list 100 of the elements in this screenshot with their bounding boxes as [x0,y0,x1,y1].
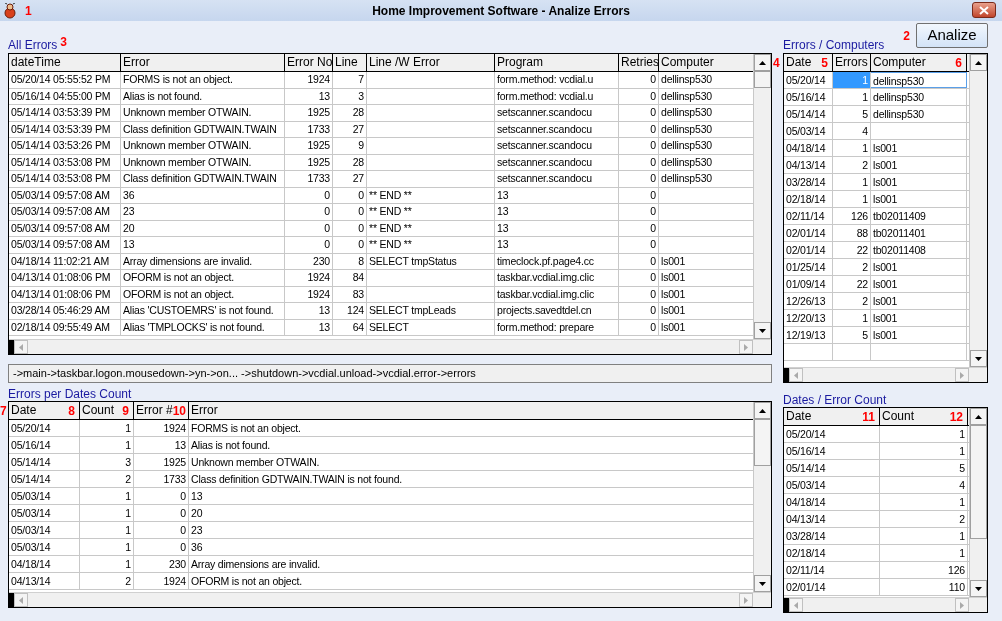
table-cell: 0 [619,154,659,170]
column-header[interactable]: Date 5 [784,54,833,71]
column-header[interactable]: Count 12 [880,408,968,425]
header-label: Error # [136,402,173,419]
data-grid[interactable]: Date 11 Count 12 05/20/14 1 05/16/14 1 05/14/14 5 05/03/14 4 04/18/14 1 04/13/14 2 03/28/14 1 02/18/14 1 02/11/14 126 02/01/14 110 [783,407,988,613]
scroll-up-button[interactable] [970,408,987,425]
column-header[interactable]: Line /W Error [367,54,495,71]
column-header[interactable]: Error No [285,54,333,71]
data-grid[interactable] [8,53,772,355]
horizontal-scrollbar[interactable] [9,339,771,354]
up-arrow-icon [975,414,982,419]
table-cell: 05/03/14 [9,505,80,521]
table-cell: ls001 [871,259,967,275]
table-cell: 05/20/14 [784,426,880,442]
table-cell: 05/14/14 [9,454,80,470]
table-cell: 05/14/14 03:53:08 PM [9,154,121,170]
column-header[interactable]: dateTime [9,54,121,71]
table-cell: 1 [880,494,968,510]
scroll-up-button[interactable] [754,402,771,419]
close-icon [979,5,989,15]
table-cell: 1924 [285,72,333,88]
scroll-left-button[interactable] [14,593,28,607]
vertical-scrollbar[interactable] [969,408,987,597]
scroll-up-button[interactable] [970,54,987,71]
table-cell: 05/03/14 09:57:08 AM [9,220,121,236]
analize-button[interactable]: Analize [916,23,988,48]
table-cell: 05/03/14 [9,539,80,555]
scroll-thumb[interactable] [970,425,987,539]
scroll-down-button[interactable] [754,322,771,339]
data-grid[interactable] [783,53,988,383]
table-cell: 1 [80,522,134,538]
table-cell: form.method: vcdial.u [495,72,619,88]
table-cell: 0 [619,88,659,104]
horizontal-scrollbar[interactable] [784,367,987,382]
table-cell: 02/18/14 09:55:49 AM [9,319,121,335]
table-cell: 04/13/14 [784,157,833,173]
scroll-up-button[interactable] [754,54,771,71]
column-header[interactable]: Program [495,54,619,71]
scroll-down-button[interactable] [970,350,987,367]
column-header[interactable]: Retries [619,54,659,71]
scroll-thumb[interactable] [754,71,771,88]
table-cell: Unknown member OTWAIN. [121,105,285,121]
table-cell: Unknown member OTWAIN. [121,154,285,170]
table-cell: Class definition GDTWAIN.TWAIN [121,121,285,137]
table-cell: 02/01/14 [784,579,880,595]
scroll-left-button[interactable] [14,340,28,354]
table-cell: 2 [833,293,871,309]
scroll-edge-marker [9,593,14,607]
table-cell: 02/01/14 [784,242,833,258]
scroll-down-button[interactable] [970,580,987,597]
table-cell: 0 [285,204,333,220]
table-cell: 1 [80,505,134,521]
table-cell: dellinsp530 [871,106,967,122]
table-cell: ls001 [871,310,967,326]
table-cell: OFORM is not an object. [121,270,285,286]
right-arrow-icon [744,343,748,351]
vertical-scrollbar[interactable] [969,54,987,367]
up-arrow-icon [759,408,766,413]
table-cell: 1924 [134,573,189,589]
table-cell: 1 [833,140,871,156]
table-cell: taskbar.vcdial.img.clic [495,286,619,302]
table-cell: tb02011409 [871,208,967,224]
table-cell: 27 [333,121,367,137]
table-cell: OFORM is not an object. [121,286,285,302]
table-cell: ls001 [871,140,967,156]
table-cell: 1 [880,528,968,544]
table-cell: 1 [880,426,968,442]
up-arrow-icon [975,60,982,65]
scroll-left-button[interactable] [789,368,803,382]
table-cell: 04/13/14 [9,573,80,589]
column-header[interactable]: Date 11 [784,408,880,425]
column-header[interactable]: Count 9 [80,402,134,419]
callout-number: 2 [903,30,910,42]
close-button[interactable] [972,2,996,18]
table-cell: 0 [619,72,659,88]
data-grid[interactable] [8,401,772,608]
table-cell: 110 [880,579,968,595]
scroll-thumb[interactable] [754,419,771,466]
table-cell: ls001 [871,157,967,173]
table-cell: 1925 [134,454,189,470]
table-cell: 05/03/14 [9,522,80,538]
scroll-down-button[interactable] [754,575,771,592]
column-header[interactable]: Error [121,54,285,71]
horizontal-scrollbar[interactable] [9,592,771,607]
horizontal-scrollbar[interactable] [784,597,987,612]
callout-number: 10 [172,404,187,417]
vertical-scrollbar[interactable] [753,402,771,592]
column-header[interactable]: Computer 6 [871,54,967,71]
column-header[interactable]: Error #10 [134,402,189,419]
right-arrow-icon [960,601,964,609]
left-arrow-icon [794,601,798,609]
vertical-scrollbar[interactable] [753,54,771,339]
table-cell: 5 [833,106,871,122]
column-header[interactable]: Date 8 [9,402,80,419]
column-header[interactable]: Line [333,54,367,71]
table-cell: 1925 [285,105,333,121]
table-cell: Alias 'CUSTOEMRS' is not found. [121,303,285,319]
scroll-edge-marker [784,368,789,382]
scroll-left-button[interactable] [789,598,803,612]
table-cell: 1 [833,191,871,207]
